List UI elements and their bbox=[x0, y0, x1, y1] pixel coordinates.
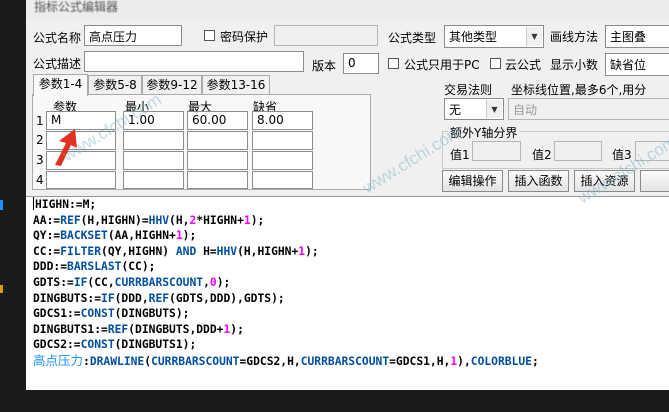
version-input[interactable]: 0 bbox=[343, 53, 379, 74]
param-default-input[interactable]: 8.00 bbox=[252, 111, 313, 130]
param-name-input[interactable] bbox=[46, 171, 116, 189]
tab-params-5-8[interactable]: 参数5-8 bbox=[88, 75, 142, 95]
chevron-down-icon: ▼ bbox=[526, 27, 542, 46]
edge-marker bbox=[0, 285, 3, 293]
param-max-input[interactable] bbox=[187, 171, 248, 189]
param-max-input[interactable] bbox=[187, 131, 248, 150]
formula-desc-input[interactable] bbox=[84, 51, 304, 72]
window-title: 指标公式编辑器 bbox=[34, 0, 119, 14]
param-default-input[interactable] bbox=[252, 151, 313, 170]
param-row-index: 1 bbox=[36, 114, 44, 128]
draw-method-label: 画线方法 bbox=[550, 30, 599, 44]
edge-marker bbox=[0, 200, 3, 210]
param-max-input[interactable]: 60.00 bbox=[187, 111, 248, 130]
password-label: 密码保护 bbox=[220, 30, 269, 44]
cloud-checkbox[interactable] bbox=[490, 58, 501, 69]
coord-line-label: 坐标线位置,最多6个,用分 bbox=[511, 83, 647, 97]
y-value-1-label: 值1 bbox=[450, 148, 470, 162]
param-min-input[interactable] bbox=[123, 131, 184, 150]
param-min-input[interactable] bbox=[123, 151, 184, 170]
tab-params-13-16[interactable]: 参数13-16 bbox=[202, 75, 270, 95]
trade-rule-select[interactable]: 无 ▼ bbox=[444, 98, 504, 120]
title-bar: 指标公式编辑器 bbox=[26, 0, 669, 20]
formula-name-input[interactable]: 高点压力 bbox=[84, 25, 182, 46]
code-editor[interactable]: HIGHN:=M; AA:=REF(H,HIGHN)=HHV(H,2*HIGHN… bbox=[26, 196, 669, 390]
param-row-index: 3 bbox=[36, 153, 44, 167]
formula-type-label: 公式类型 bbox=[388, 31, 437, 45]
trade-rule-value: 无 bbox=[449, 103, 462, 117]
insert-function-button[interactable]: 插入函数 bbox=[508, 170, 569, 192]
chevron-down-icon: ▼ bbox=[486, 100, 502, 118]
formula-desc-label: 公式描述 bbox=[33, 57, 82, 71]
formula-editor-window: 指标公式编辑器 公式名称 高点压力 密码保护 公式类型 其他类型 ▼ 画线方法 … bbox=[26, 0, 669, 390]
coord-line-input: 自动 bbox=[508, 98, 669, 120]
version-label: 版本 bbox=[312, 59, 337, 73]
param-max-input[interactable] bbox=[187, 151, 248, 170]
y-value-1-input bbox=[472, 141, 521, 161]
edit-operation-button[interactable]: 编辑操作 bbox=[442, 170, 503, 192]
more-button[interactable] bbox=[640, 170, 669, 192]
y-value-2-label: 值2 bbox=[532, 148, 552, 162]
y-value-2-input bbox=[554, 141, 602, 161]
password-input bbox=[274, 25, 378, 46]
param-min-input[interactable] bbox=[123, 171, 184, 189]
password-checkbox[interactable] bbox=[204, 30, 215, 41]
trade-rule-label: 交易法则 bbox=[444, 83, 493, 97]
param-row-index: 4 bbox=[36, 173, 44, 187]
pc-only-checkbox[interactable] bbox=[388, 58, 399, 69]
tab-params-1-4[interactable]: 参数1-4 bbox=[33, 74, 88, 96]
formula-name-label: 公式名称 bbox=[33, 31, 82, 45]
decimals-label: 显示小数 bbox=[550, 58, 599, 72]
param-default-input[interactable] bbox=[252, 131, 313, 150]
code-text: HIGHN:=M; AA:=REF(H,HIGHN)=HHV(H,2*HIGHN… bbox=[33, 197, 539, 368]
formula-type-value: 其他类型 bbox=[449, 30, 498, 44]
cloud-label: 云公式 bbox=[505, 58, 542, 72]
param-row-index: 2 bbox=[36, 133, 44, 147]
pc-only-label: 公式只用于PC bbox=[404, 58, 480, 72]
param-default-input[interactable] bbox=[252, 171, 313, 189]
decimals-select[interactable]: 缺省位 bbox=[605, 53, 669, 76]
text-cursor bbox=[33, 197, 34, 210]
draw-method-select[interactable]: 主图叠 bbox=[605, 25, 669, 48]
formula-type-select[interactable]: 其他类型 ▼ bbox=[444, 25, 544, 48]
